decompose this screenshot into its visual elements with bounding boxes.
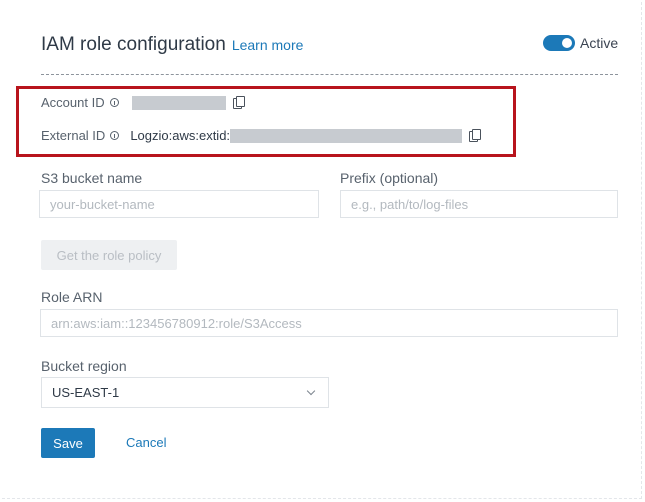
- s3-bucket-input[interactable]: your-bucket-name: [39, 190, 319, 218]
- bucket-region-label: Bucket region: [41, 358, 127, 374]
- chevron-down-icon: [306, 386, 316, 395]
- info-icon: [109, 98, 119, 107]
- iam-config-panel: IAM role configuration Learn more Active…: [2, 2, 642, 499]
- prefix-label: Prefix (optional): [340, 170, 439, 186]
- external-id-prefix: Logzio:aws:extid:: [130, 128, 231, 143]
- account-id-label: Account ID: [41, 95, 105, 110]
- prefix-input[interactable]: e.g., path/to/log-files: [340, 190, 618, 218]
- copy-icon[interactable]: [469, 129, 482, 142]
- active-label: Active: [580, 35, 619, 51]
- copy-icon[interactable]: [232, 96, 245, 109]
- active-toggle[interactable]: [543, 35, 575, 51]
- role-arn-input[interactable]: arn:aws:iam::123456780912:role/S3Access: [40, 309, 618, 337]
- learn-more-link[interactable]: Learn more: [232, 37, 304, 53]
- external-id-label: External ID: [41, 128, 106, 143]
- info-icon: [110, 131, 120, 140]
- bucket-region-select[interactable]: US-EAST-1: [41, 377, 329, 408]
- bucket-region-value: US-EAST-1: [52, 385, 120, 400]
- external-id-value-masked: [230, 128, 463, 143]
- account-id-row: Account ID: [41, 95, 245, 110]
- toggle-knob: [562, 38, 572, 48]
- panel-header: IAM role configuration Learn more: [41, 34, 303, 56]
- role-arn-label: Role ARN: [41, 289, 103, 305]
- external-id-row: External ID Logzio:aws:extid:: [41, 128, 482, 143]
- cancel-button[interactable]: Cancel: [126, 435, 166, 450]
- page-title: IAM role configuration: [41, 34, 226, 55]
- save-button[interactable]: Save: [41, 428, 95, 458]
- s3-bucket-label: S3 bucket name: [41, 170, 143, 186]
- account-id-value-masked: [131, 95, 226, 110]
- active-toggle-group: Active: [543, 35, 618, 51]
- get-role-policy-button[interactable]: Get the role policy: [41, 240, 177, 270]
- header-divider: [41, 74, 618, 75]
